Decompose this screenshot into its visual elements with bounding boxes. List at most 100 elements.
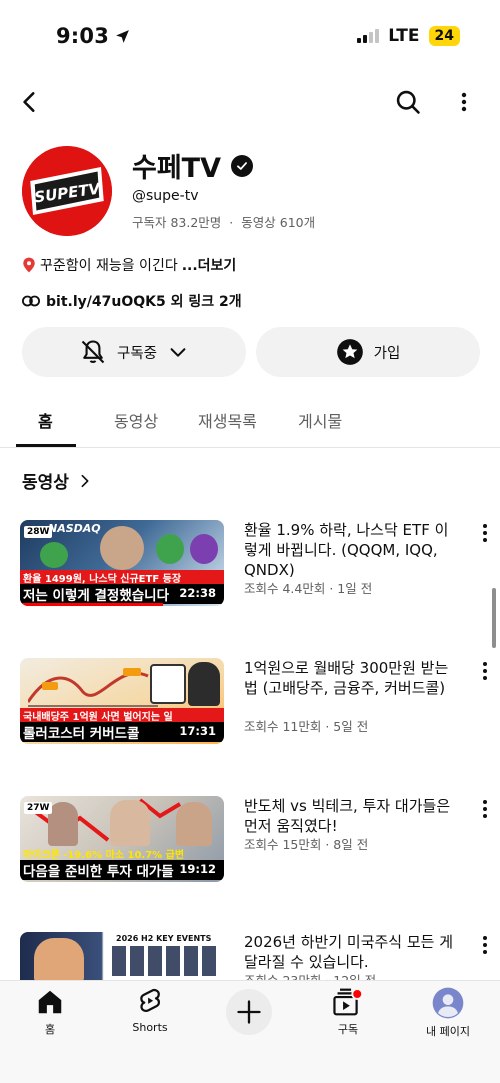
tab-videos[interactable]: 동영상 <box>114 408 158 432</box>
video-item[interactable]: 국내배당주 1억원 사면 벌어지는 일 롤러코스터 커버드콜 17:31 1억원… <box>20 658 500 778</box>
links-text: bit.ly/47uOQK5 외 링크 2개 <box>46 294 242 310</box>
mascot-image <box>40 542 68 568</box>
chevron-right-icon <box>81 474 89 487</box>
video-title[interactable]: 반도체 vs 빅테크, 투자 대가들은 먼저 움직였다! <box>244 796 460 836</box>
video-meta: 조회수 23만회 · 12일 전 <box>244 970 376 980</box>
video-menu-button[interactable] <box>470 658 500 688</box>
signal-icon <box>357 29 380 43</box>
person-image <box>34 938 84 980</box>
nav-shorts[interactable]: Shorts <box>110 987 190 1034</box>
nav-profile[interactable]: 내 페이지 <box>408 987 488 1039</box>
video-item[interactable]: 2026 H2 KEY EVENTS 2026년 하반기 미국주식 모든 게 달… <box>20 932 500 980</box>
more-vert-icon <box>483 936 487 954</box>
channel-links[interactable]: bit.ly/47uOQK5 외 링크 2개 <box>22 291 242 311</box>
thumbnail-top-text: NASDAQ <box>48 522 101 535</box>
video-title[interactable]: 2026년 하반기 미국주식 모든 게 달라질 수 있습니다. <box>244 932 460 972</box>
video-count: 동영상 610개 <box>241 215 316 230</box>
chevron-down-icon <box>170 348 186 357</box>
channel-name: 수페TV <box>132 153 221 184</box>
tab-home[interactable]: 홈 <box>38 408 53 432</box>
back-button[interactable] <box>8 80 52 124</box>
person-image <box>176 802 212 846</box>
nav-shorts-label: Shorts <box>132 1021 168 1034</box>
subscriber-count: 구독자 83.2만명 <box>132 215 222 230</box>
shorts-icon <box>140 988 160 1013</box>
subscribed-label: 구독중 <box>116 345 158 362</box>
channel-avatar[interactable]: SUPETV <box>22 146 112 236</box>
verified-icon <box>231 154 253 177</box>
nav-profile-label: 내 페이지 <box>426 1025 470 1038</box>
more-options-button[interactable] <box>442 80 486 124</box>
event-calendar-image <box>112 946 218 976</box>
person-image <box>100 526 144 570</box>
description-text: 꾸준함이 재능을 이긴다 <box>40 258 178 274</box>
channel-name-row: 수페TV <box>132 146 253 185</box>
home-icon <box>38 990 62 1014</box>
video-meta: 조회수 4.4만회 · 1일 전 <box>244 581 373 596</box>
video-item[interactable]: NASDAQ 28W 환율 1499원, 나스닥 신규ETF 등장 저는 이렇게… <box>20 520 500 640</box>
clock-text: 9:03 <box>56 24 110 48</box>
link-icon <box>22 295 40 307</box>
video-duration: 19:12 <box>175 861 220 877</box>
section-title: 동영상 <box>22 473 69 493</box>
mascot-image <box>156 534 184 564</box>
channel-stats: 구독자 83.2만명 · 동영상 610개 <box>132 212 315 231</box>
video-title[interactable]: 1억원으로 월배당 300만원 받는법 (고배당주, 금융주, 커버드콜) <box>244 658 460 698</box>
video-menu-button[interactable] <box>470 520 500 550</box>
video-item[interactable]: 27W 마이크론 -19.6% 마소 10.7% 급변 다음을 준비한 투자 대… <box>20 796 500 916</box>
video-duration: 17:31 <box>175 723 220 739</box>
star-badge-icon <box>336 339 363 365</box>
rollercoaster-illustration <box>28 668 158 707</box>
nav-subscriptions[interactable]: 구독 <box>308 987 388 1037</box>
nav-subscriptions-label: 구독 <box>337 1023 359 1036</box>
video-meta: 조회수 11만회 · 5일 전 <box>244 719 369 734</box>
supetv-logo: SUPETV <box>22 146 112 236</box>
status-time: 9:03 <box>56 24 131 48</box>
more-vert-icon <box>483 524 487 542</box>
pin-icon <box>23 257 35 273</box>
person-image <box>48 802 78 846</box>
person-image <box>188 662 220 706</box>
person-image <box>110 800 150 846</box>
channel-tabs: 홈 동영상 재생목록 게시물 <box>0 390 500 448</box>
bottom-navigation: 홈 Shorts 구독 내 페이지 <box>0 980 500 1083</box>
search-button[interactable] <box>386 80 430 124</box>
thumbnail-headline: 국내배당주 1억원 사면 벌어지는 일 <box>20 708 224 722</box>
thumbnail-top-text: 2026 H2 KEY EVENTS <box>116 934 212 943</box>
channel-handle: @supe-tv <box>132 188 199 204</box>
battery-indicator: 24 <box>428 26 460 46</box>
tab-playlists[interactable]: 재생목록 <box>198 408 257 432</box>
video-duration: 22:38 <box>175 585 220 601</box>
video-menu-button[interactable] <box>470 796 500 826</box>
subscriptions-icon <box>333 988 364 1016</box>
create-button[interactable] <box>226 989 272 1035</box>
more-vert-icon <box>483 800 487 818</box>
video-thumbnail[interactable]: 국내배당주 1억원 사면 벌어지는 일 롤러코스터 커버드콜 17:31 <box>20 658 224 744</box>
tab-posts[interactable]: 게시물 <box>298 408 342 432</box>
week-badge: 27W <box>24 802 53 814</box>
video-thumbnail[interactable]: NASDAQ 28W 환율 1499원, 나스닥 신규ETF 등장 저는 이렇게… <box>20 520 224 606</box>
top-app-bar <box>0 80 500 128</box>
plus-icon <box>237 1000 261 1024</box>
video-thumbnail[interactable]: 27W 마이크론 -19.6% 마소 10.7% 급변 다음을 준비한 투자 대… <box>20 796 224 882</box>
more-vert-icon <box>461 92 467 112</box>
scrollbar[interactable] <box>492 588 496 648</box>
subscribed-button[interactable]: 구독중 <box>22 327 246 377</box>
profile-icon <box>432 987 464 1019</box>
video-title[interactable]: 환율 1.9% 하락, 나스닥 ETF 이렇게 바뀝니다. (QQQM, IQQ… <box>244 520 460 580</box>
join-button[interactable]: 가입 <box>256 327 480 377</box>
channel-description[interactable]: 꾸준함이 재능을 이긴다 ...더보기 <box>22 255 236 275</box>
status-bar: 9:03 LTE 24 <box>0 0 500 72</box>
videos-section-header[interactable]: 동영상 <box>22 468 93 493</box>
bell-off-icon <box>81 340 105 364</box>
mascot-image <box>190 534 218 564</box>
search-icon <box>396 90 420 114</box>
stats-separator: · <box>229 215 234 230</box>
nav-home[interactable]: 홈 <box>10 987 90 1037</box>
more-link[interactable]: ...더보기 <box>182 255 237 275</box>
video-thumbnail[interactable]: 2026 H2 KEY EVENTS <box>20 932 224 980</box>
more-vert-icon <box>483 662 487 680</box>
video-menu-button[interactable] <box>470 932 500 962</box>
back-arrow-icon <box>23 92 35 112</box>
week-badge: 28W <box>24 526 53 538</box>
